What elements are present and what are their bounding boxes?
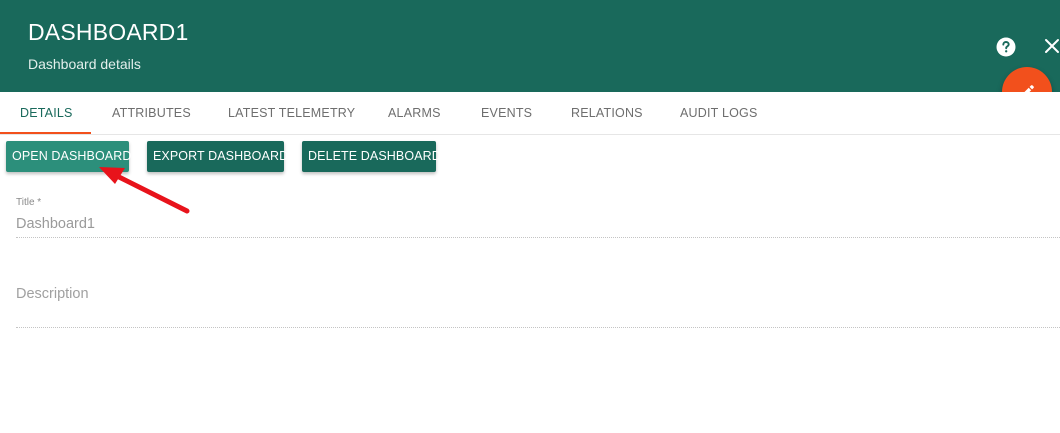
tab-alarms[interactable]: ALARMS (388, 92, 441, 134)
title-field[interactable] (16, 211, 1060, 238)
delete-dashboard-button[interactable]: DELETE DASHBOARD (302, 141, 441, 172)
close-icon[interactable] (1044, 38, 1060, 54)
help-circle-icon[interactable] (996, 37, 1016, 57)
description-field[interactable] (16, 280, 1060, 328)
tab-attributes[interactable]: ATTRIBUTES (112, 92, 191, 134)
tab-audit-logs[interactable]: AUDIT LOGS (680, 92, 757, 134)
tab-details[interactable]: DETAILS (20, 92, 73, 134)
page-title: DASHBOARD1 (28, 19, 189, 45)
tab-bar: DETAILS ATTRIBUTES LATEST TELEMETRY ALAR… (0, 92, 1060, 135)
page-subtitle: Dashboard details (28, 56, 141, 72)
details-header: DASHBOARD1 Dashboard details (0, 0, 1060, 92)
active-tab-indicator (0, 132, 91, 134)
tab-events[interactable]: EVENTS (481, 92, 532, 134)
tab-relations[interactable]: RELATIONS (571, 92, 643, 134)
open-dashboard-button[interactable]: OPEN DASHBOARD (6, 141, 131, 172)
tab-latest-telemetry[interactable]: LATEST TELEMETRY (228, 92, 355, 134)
export-dashboard-button[interactable]: EXPORT DASHBOARD (147, 141, 288, 172)
title-field-label: Title * (16, 197, 42, 208)
